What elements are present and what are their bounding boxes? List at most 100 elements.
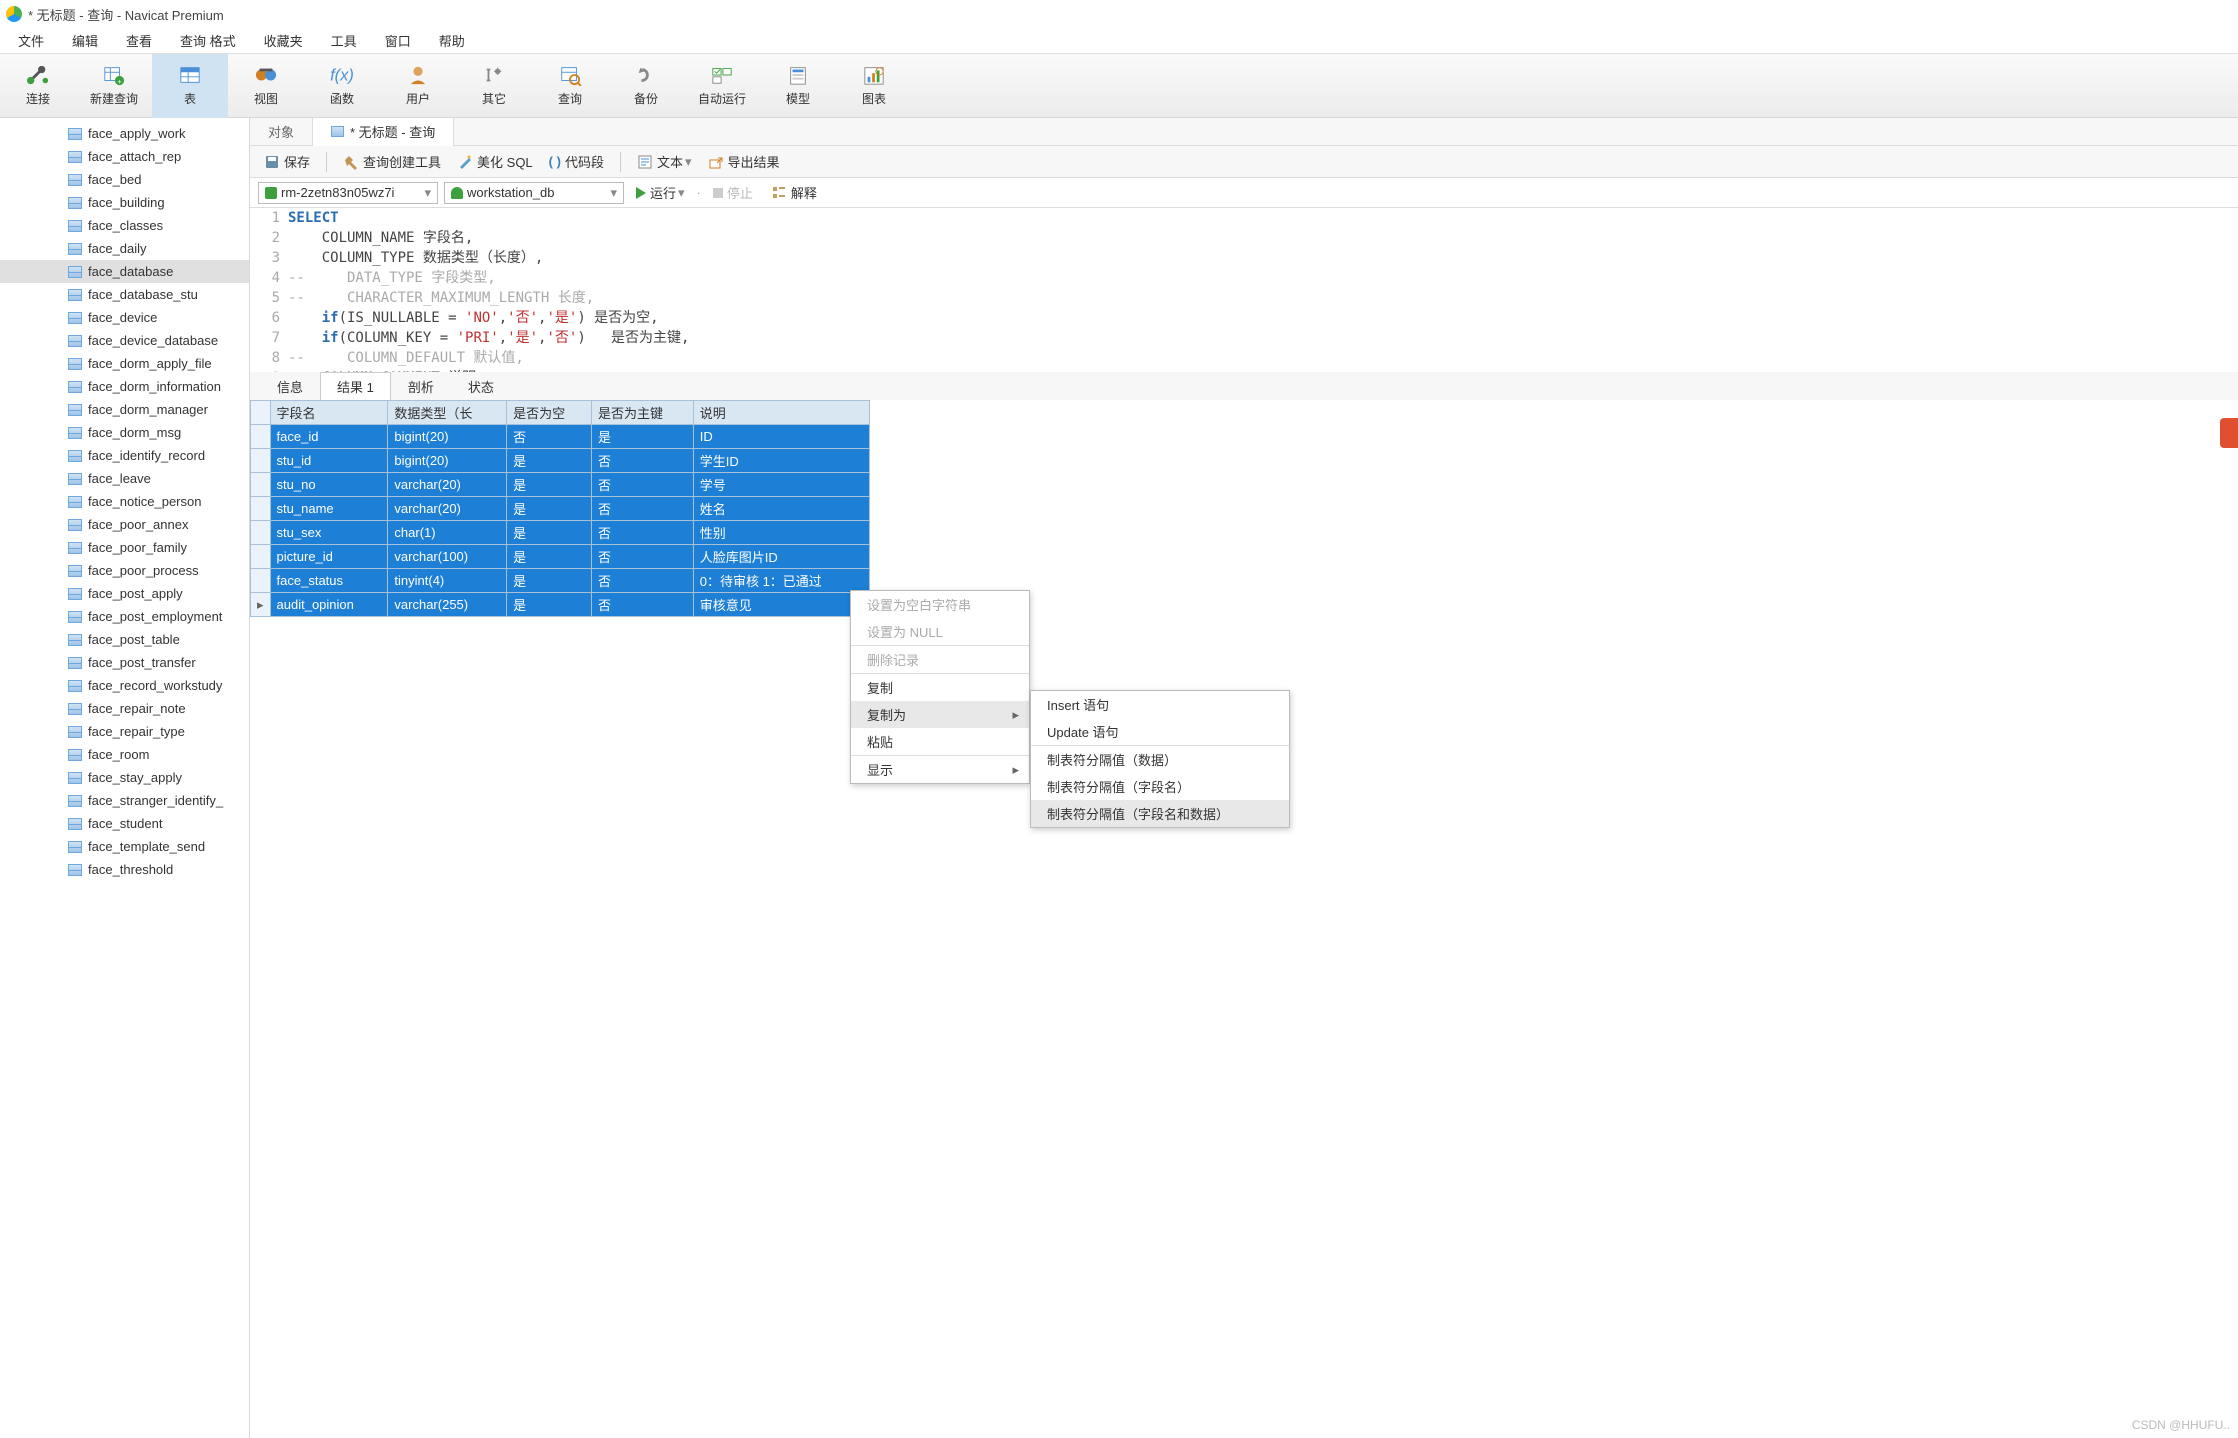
toolbar-func[interactable]: f(x)函数 xyxy=(304,54,380,118)
menu-paste[interactable]: 粘贴 xyxy=(851,728,1029,756)
sidebar-item[interactable]: face_threshold xyxy=(0,858,249,881)
sidebar-item[interactable]: face_template_send xyxy=(0,835,249,858)
table-row[interactable]: ▸audit_opinionvarchar(255)是否审核意见 xyxy=(251,593,870,617)
explain-button[interactable]: 解释 xyxy=(765,181,823,204)
result-grid[interactable]: 字段名数据类型（长是否为空是否为主键说明face_idbigint(20)否是I… xyxy=(250,400,2238,1438)
sidebar-item[interactable]: face_poor_annex xyxy=(0,513,249,536)
menu-item[interactable]: 编辑 xyxy=(58,29,112,52)
toolbar-model[interactable]: 模型 xyxy=(760,54,836,118)
submenu-update[interactable]: Update 语句 xyxy=(1031,718,1289,746)
snippet-button[interactable]: ( ) 代码段 xyxy=(543,150,610,173)
sidebar-item[interactable]: face_classes xyxy=(0,214,249,237)
sidebar-item[interactable]: face_bed xyxy=(0,168,249,191)
table-row[interactable]: face_statustinyint(4)是否0：待审核 1：已通过 xyxy=(251,569,870,593)
toolbar-chart[interactable]: 图表 xyxy=(836,54,912,118)
toolbar-view[interactable]: 视图 xyxy=(228,54,304,118)
builder-button[interactable]: 查询创建工具 xyxy=(337,150,447,173)
toolbar-query[interactable]: 查询 xyxy=(532,54,608,118)
sidebar-item[interactable]: face_identify_record xyxy=(0,444,249,467)
sidebar-item[interactable]: face_database xyxy=(0,260,249,283)
sidebar-item[interactable]: face_daily xyxy=(0,237,249,260)
connection-select[interactable]: rm-2zetn83n05wz7i ▾ xyxy=(258,182,438,204)
table-row[interactable]: stu_idbigint(20)是否学生ID xyxy=(251,449,870,473)
table-row[interactable]: face_idbigint(20)否是ID xyxy=(251,425,870,449)
sidebar-item[interactable]: face_repair_type xyxy=(0,720,249,743)
sidebar-item[interactable]: face_dorm_manager xyxy=(0,398,249,421)
sidebar-item[interactable]: face_leave xyxy=(0,467,249,490)
sidebar-item[interactable]: face_room xyxy=(0,743,249,766)
beautify-button[interactable]: 美化 SQL xyxy=(451,150,539,173)
tab-objects[interactable]: 对象 xyxy=(250,118,313,146)
sidebar-item[interactable]: face_post_apply xyxy=(0,582,249,605)
menu-item[interactable]: 工具 xyxy=(317,29,371,52)
column-header[interactable]: 是否为空 xyxy=(507,401,592,425)
menu-show[interactable]: 显示 ▸ xyxy=(851,756,1029,783)
table-row[interactable]: picture_idvarchar(100)是否人脸库图片ID xyxy=(251,545,870,569)
toolbar-user[interactable]: 用户 xyxy=(380,54,456,118)
sidebar-item[interactable]: face_post_transfer xyxy=(0,651,249,674)
sidebar-item[interactable]: face_dorm_msg xyxy=(0,421,249,444)
sidebar-item[interactable]: face_apply_work xyxy=(0,122,249,145)
sidebar-item[interactable]: face_poor_process xyxy=(0,559,249,582)
context-menu[interactable]: 设置为空白字符串 设置为 NULL 删除记录 复制 复制为 ▸ 粘贴 显示 ▸ xyxy=(850,590,1030,784)
export-button[interactable]: 导出结果 xyxy=(702,150,786,173)
column-header[interactable]: 数据类型（长 xyxy=(388,401,507,425)
menu-item[interactable]: 查询 格式 xyxy=(166,29,250,52)
sidebar-item[interactable]: face_database_stu xyxy=(0,283,249,306)
result-tab-info[interactable]: 信息 xyxy=(260,372,320,400)
table-row[interactable]: stu_novarchar(20)是否学号 xyxy=(251,473,870,497)
toolbar-table[interactable]: 表 xyxy=(152,54,228,118)
tab-query[interactable]: * 无标题 - 查询 xyxy=(313,118,454,146)
text-button[interactable]: 文本 ▾ xyxy=(631,150,698,173)
menu-set-null[interactable]: 设置为 NULL xyxy=(851,618,1029,646)
sidebar-item[interactable]: face_stay_apply xyxy=(0,766,249,789)
table-row[interactable]: stu_sexchar(1)是否性别 xyxy=(251,521,870,545)
result-tab-status[interactable]: 状态 xyxy=(451,372,511,400)
submenu-tab-both[interactable]: 制表符分隔值（字段名和数据） xyxy=(1031,800,1289,827)
database-select[interactable]: workstation_db ▾ xyxy=(444,182,624,204)
column-header[interactable]: 字段名 xyxy=(270,401,388,425)
menu-set-blank[interactable]: 设置为空白字符串 xyxy=(851,591,1029,618)
run-button[interactable]: 运行 ▾ xyxy=(630,181,691,204)
sidebar-item[interactable]: face_dorm_information xyxy=(0,375,249,398)
toolbar-backup[interactable]: 备份 xyxy=(608,54,684,118)
sidebar-item[interactable]: face_repair_note xyxy=(0,697,249,720)
menu-copy[interactable]: 复制 xyxy=(851,674,1029,701)
menu-item[interactable]: 帮助 xyxy=(425,29,479,52)
result-tab-profile[interactable]: 剖析 xyxy=(391,372,451,400)
save-button[interactable]: 保存 xyxy=(258,150,316,173)
menu-item[interactable]: 文件 xyxy=(4,29,58,52)
result-tab-result[interactable]: 结果 1 xyxy=(320,372,391,400)
sidebar-item[interactable]: face_stranger_identify_ xyxy=(0,789,249,812)
sql-editor[interactable]: 123456789 SELECT COLUMN_NAME 字段名, COLUMN… xyxy=(250,208,2238,372)
toolbar-auto[interactable]: 自动运行 xyxy=(684,54,760,118)
context-submenu[interactable]: Insert 语句 Update 语句 制表符分隔值（数据） 制表符分隔值（字段… xyxy=(1030,690,1290,828)
toolbar-connect[interactable]: 连接 xyxy=(0,54,76,118)
menu-delete[interactable]: 删除记录 xyxy=(851,646,1029,674)
sidebar-item[interactable]: face_notice_person xyxy=(0,490,249,513)
sidebar-item[interactable]: face_student xyxy=(0,812,249,835)
column-header[interactable]: 说明 xyxy=(693,401,869,425)
menu-copy-as[interactable]: 复制为 ▸ xyxy=(851,701,1029,728)
toolbar-other[interactable]: 其它 xyxy=(456,54,532,118)
sidebar-item[interactable]: face_device_database xyxy=(0,329,249,352)
table-row[interactable]: stu_namevarchar(20)是否姓名 xyxy=(251,497,870,521)
sidebar-item[interactable]: face_dorm_apply_file xyxy=(0,352,249,375)
submenu-tab-data[interactable]: 制表符分隔值（数据） xyxy=(1031,746,1289,773)
sidebar-item[interactable]: face_building xyxy=(0,191,249,214)
sidebar-item[interactable]: face_poor_family xyxy=(0,536,249,559)
menu-item[interactable]: 收藏夹 xyxy=(250,29,317,52)
menu-item[interactable]: 查看 xyxy=(112,29,166,52)
sidebar-item[interactable]: face_post_employment xyxy=(0,605,249,628)
sidebar-item[interactable]: face_record_workstudy xyxy=(0,674,249,697)
menu-item[interactable]: 窗口 xyxy=(371,29,425,52)
sidebar-item[interactable]: face_post_table xyxy=(0,628,249,651)
sidebar-item[interactable]: face_attach_rep xyxy=(0,145,249,168)
stop-button[interactable]: 停止 xyxy=(707,181,759,204)
sidebar-item[interactable]: face_device xyxy=(0,306,249,329)
sidebar[interactable]: face_apply_workface_attach_repface_bedfa… xyxy=(0,118,250,1438)
toolbar-newquery[interactable]: +新建查询 xyxy=(76,54,152,118)
submenu-insert[interactable]: Insert 语句 xyxy=(1031,691,1289,718)
column-header[interactable]: 是否为主键 xyxy=(591,401,693,425)
submenu-tab-field[interactable]: 制表符分隔值（字段名） xyxy=(1031,773,1289,800)
